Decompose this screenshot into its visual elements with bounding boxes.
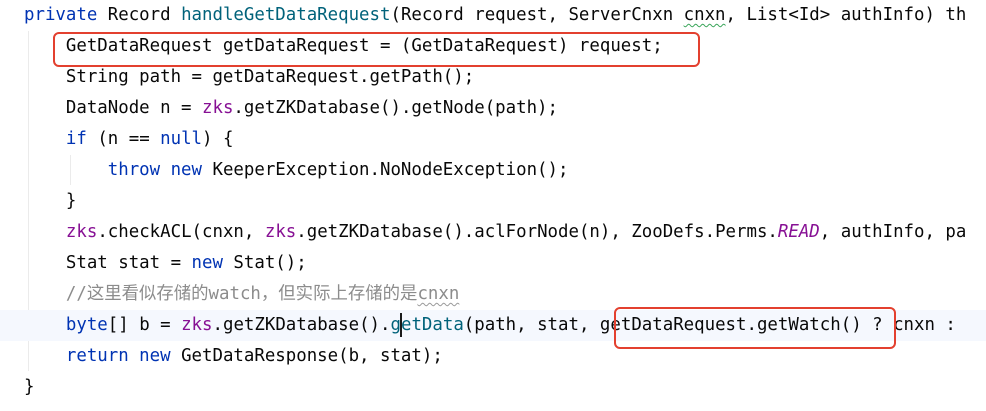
code-token: byte: [65, 315, 108, 335]
code-token: Stat stat =: [24, 253, 192, 273]
code-token: new: [191, 253, 223, 273]
code-line[interactable]: }: [0, 186, 986, 217]
code-line[interactable]: zks.checkACL(cnxn, zks.getZKDatabase().a…: [0, 217, 986, 248]
code-token: , List<Id> authInfo) th: [725, 5, 967, 25]
code-token: GetDataResponse(b, stat);: [170, 346, 443, 366]
code-token: private: [24, 5, 98, 25]
code-token: Record: [97, 5, 182, 25]
code-line[interactable]: throw new KeeperException.NoNodeExceptio…: [0, 155, 986, 186]
code-token: Stat();: [222, 253, 307, 273]
code-token: if: [65, 129, 87, 149]
code-token: null: [160, 129, 203, 149]
code-line[interactable]: if (n == null) {: [0, 124, 986, 155]
code-token: handleGetDataRequest: [181, 5, 391, 25]
code-token: //这里看似存储的watch，但实际上存储的是: [24, 284, 418, 304]
code-token: READ: [777, 222, 820, 242]
code-token: zks: [65, 222, 98, 242]
code-token: return new: [65, 346, 171, 366]
code-line[interactable]: Stat stat = new Stat();: [0, 248, 986, 279]
code-token: DataNode n =: [24, 98, 202, 118]
code-token: zks: [181, 315, 213, 335]
code-token: , authInfo, pa: [819, 222, 967, 242]
highlight-box-getDataRequest: [53, 32, 700, 67]
code-editor[interactable]: private Record handleGetDataRequest(Reco…: [0, 0, 986, 411]
code-line[interactable]: //这里看似存储的watch，但实际上存储的是cnxn: [0, 279, 986, 310]
code-line[interactable]: private Record handleGetDataRequest(Reco…: [0, 0, 986, 31]
code-token: zks: [264, 222, 297, 242]
code-line[interactable]: DataNode n = zks.getZKDatabase().getNode…: [0, 93, 986, 124]
highlight-box-getWatch: [614, 307, 896, 349]
code-token: (Record request, ServerCnxn: [390, 5, 684, 25]
code-line[interactable]: }: [0, 372, 986, 403]
code-token: String path = getDataRequest.getPath();: [24, 67, 475, 87]
code-token: }: [24, 377, 35, 397]
text-cursor: [400, 313, 402, 337]
code-token: .getZKDatabase().getNode(path);: [233, 98, 558, 118]
code-token: .getZKDatabase().aclForNode(n), ZooDefs.…: [296, 222, 778, 242]
code-token: throw new: [107, 160, 202, 180]
code-token: .checkACL(cnxn,: [97, 222, 265, 242]
code-token: cnxn: [683, 5, 726, 25]
code-token: (n ==: [86, 129, 161, 149]
code-token: ) {: [202, 129, 234, 149]
code-token: }: [24, 191, 77, 211]
code-token: cnxn: [417, 284, 460, 304]
code-token: [] b =: [107, 315, 182, 335]
code-token: KeeperException.NoNodeException();: [202, 160, 569, 180]
code-token: .getZKDatabase().: [212, 315, 391, 335]
code-token: zks: [202, 98, 234, 118]
